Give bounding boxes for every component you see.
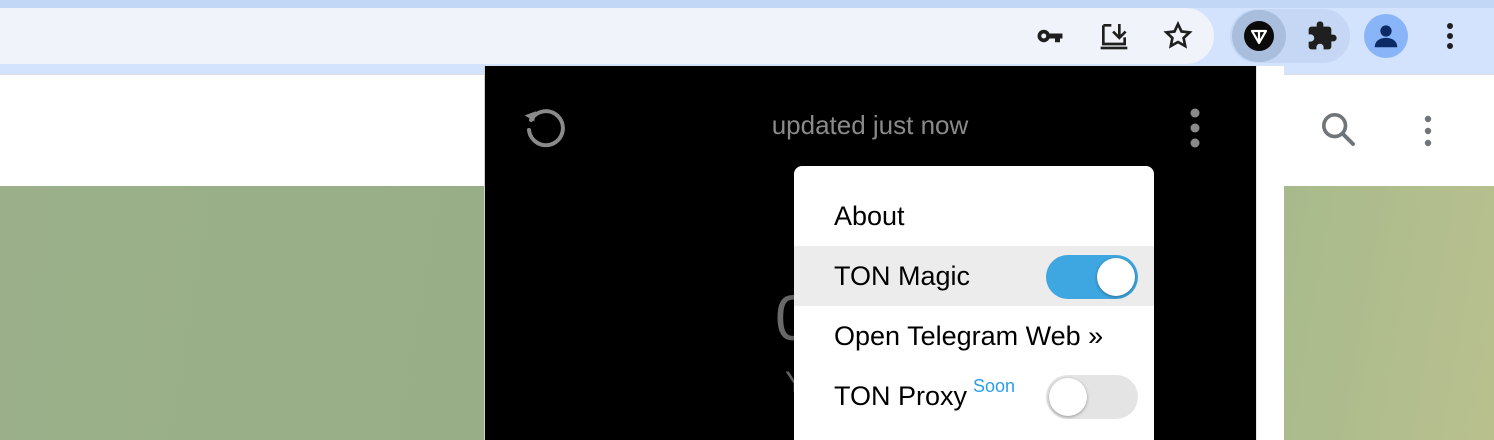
puzzle-icon[interactable]	[1302, 16, 1342, 56]
tab-strip	[0, 0, 1494, 8]
popup-dropdown-menu: About TON Magic Open Telegram Web » TON …	[794, 166, 1154, 440]
refresh-icon[interactable]	[521, 104, 569, 152]
soon-badge: Soon	[973, 375, 1016, 396]
search-icon[interactable]	[1318, 109, 1358, 149]
star-icon[interactable]	[1162, 20, 1194, 52]
menu-item-open-telegram-web[interactable]: Open Telegram Web »	[794, 306, 1154, 366]
menu-item-label: Open Telegram Web »	[834, 320, 1104, 351]
toggle-knob	[1049, 378, 1087, 416]
menu-item-about[interactable]: About	[794, 186, 1154, 246]
ton-proxy-toggle[interactable]	[1046, 375, 1138, 419]
update-status: updated just now	[771, 110, 969, 140]
menu-item-label: TON Proxy	[834, 380, 968, 411]
browser-toolbar	[0, 0, 1494, 74]
menu-item-label: TON Magic	[834, 260, 971, 291]
kebab-menu-icon[interactable]	[1175, 104, 1215, 152]
menu-item-label: About	[834, 200, 905, 231]
install-app-icon[interactable]	[1098, 20, 1130, 52]
address-bar[interactable]	[0, 8, 1214, 64]
menu-item-ton-proxy[interactable]: TON Proxy Soon	[794, 366, 1154, 426]
menu-item-ton-magic[interactable]: TON Magic	[794, 246, 1154, 306]
profile-icon[interactable]	[1364, 14, 1408, 58]
ton-magic-toggle[interactable]	[1046, 255, 1138, 299]
key-icon[interactable]	[1034, 20, 1066, 52]
page-scrollbar[interactable]	[1256, 66, 1284, 440]
kebab-menu-icon[interactable]	[1408, 111, 1448, 151]
ton-extension-icon[interactable]	[1239, 16, 1279, 56]
toggle-knob	[1097, 258, 1135, 296]
kebab-menu-icon[interactable]	[1430, 16, 1470, 56]
